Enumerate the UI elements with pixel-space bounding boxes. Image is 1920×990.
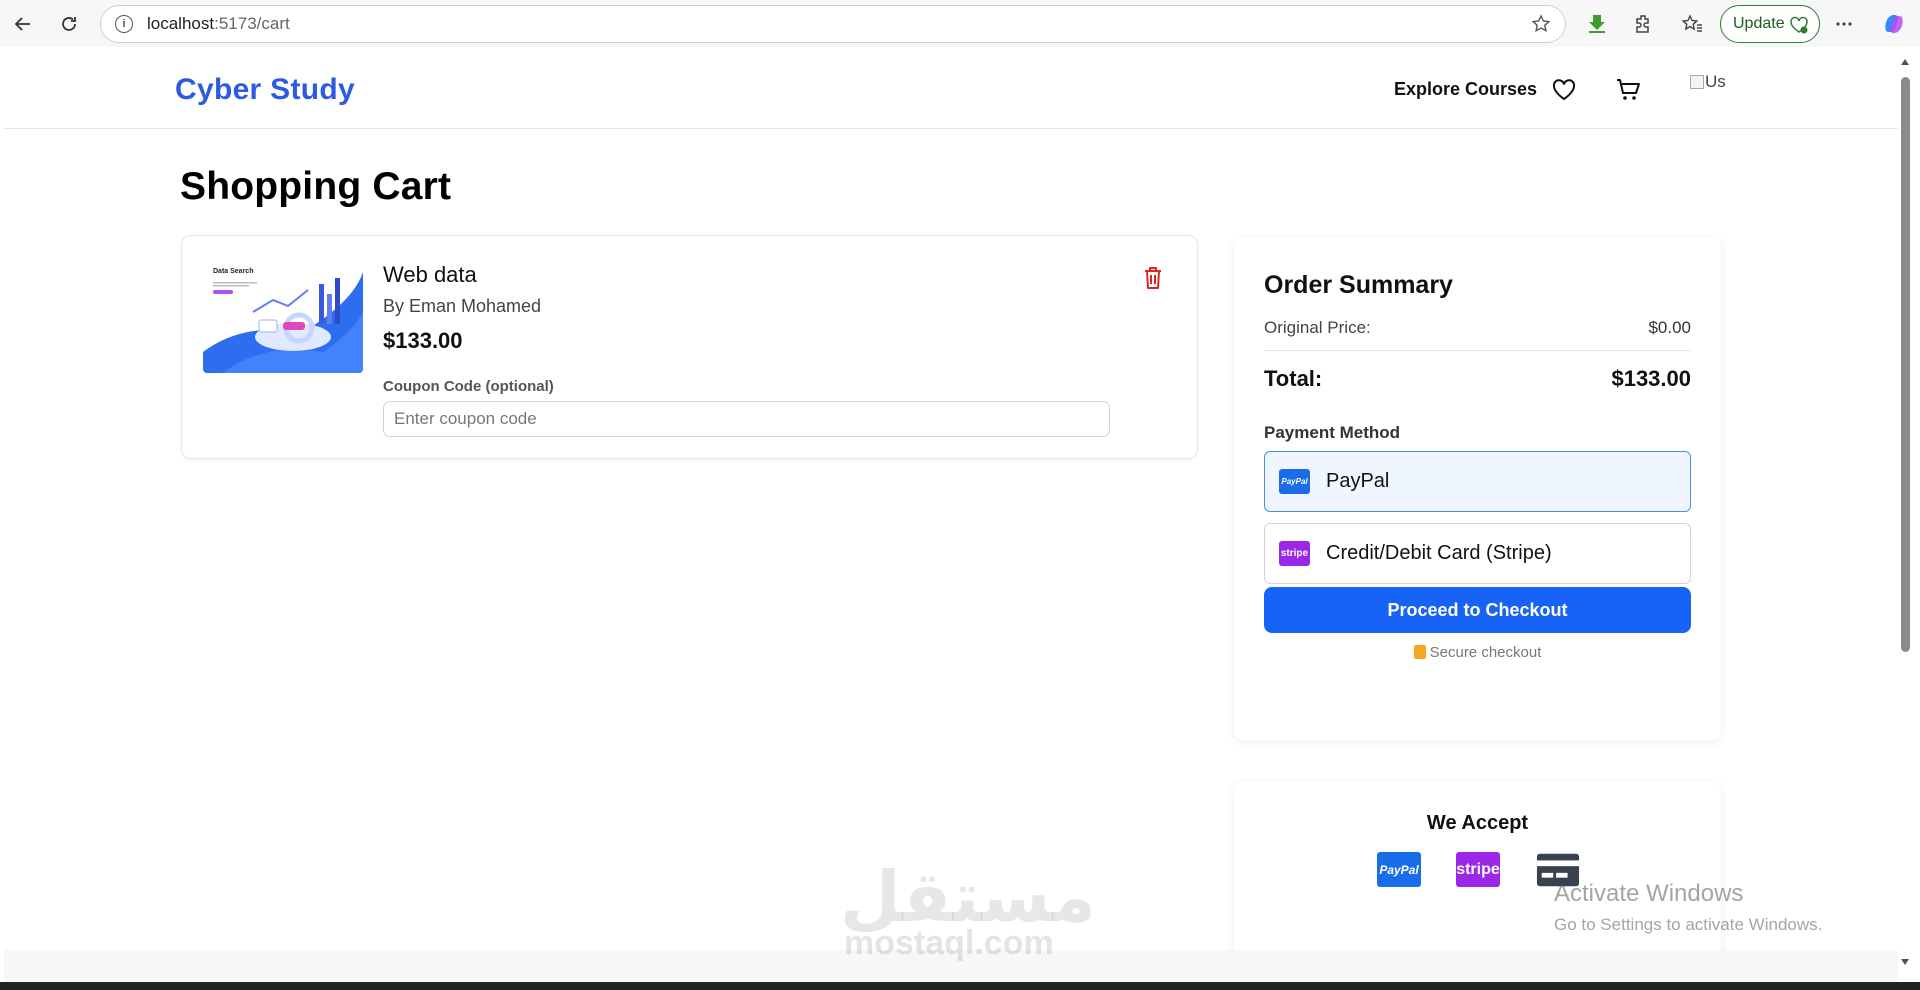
- watermark-latin: mostaql.com: [844, 924, 1054, 962]
- coupon-label: Coupon Code (optional): [383, 378, 554, 395]
- scroll-down-arrow-icon[interactable]: [1899, 955, 1911, 967]
- extensions-icon[interactable]: [1630, 10, 1658, 38]
- course-thumbnail[interactable]: Data Search: [203, 262, 363, 373]
- course-author: By Eman Mohamed: [383, 296, 542, 316]
- order-summary-card: Order Summary Original Price: $0.00 Tota…: [1234, 237, 1721, 740]
- thumbnail-caption: Data Search: [213, 268, 254, 275]
- total-label: Total:: [1264, 366, 1323, 391]
- page-viewport: Cyber Study Explore Courses Us Shopping …: [4, 47, 1898, 982]
- wishlist-heart-icon[interactable]: [1550, 76, 1578, 104]
- order-summary-title: Order Summary: [1264, 271, 1453, 299]
- paypal-logo: PayPal: [1377, 852, 1421, 887]
- download-icon[interactable]: [1583, 10, 1611, 38]
- total-value: $133.00: [1611, 366, 1691, 391]
- favorites-icon[interactable]: [1678, 10, 1706, 38]
- address-bar[interactable]: i localhost:5173/cart: [100, 5, 1566, 43]
- cart-icon[interactable]: [1614, 76, 1642, 104]
- secure-checkout-note: Secure checkout: [1234, 644, 1721, 661]
- scroll-up-arrow-icon[interactable]: [1899, 55, 1911, 67]
- broken-image-icon: [1690, 75, 1704, 89]
- activate-windows-title: Activate Windows: [1554, 880, 1744, 907]
- back-icon[interactable]: [8, 9, 38, 39]
- favorite-star-icon[interactable]: [1531, 14, 1551, 39]
- paypal-icon: PayPal: [1279, 469, 1310, 494]
- course-title[interactable]: Web data: [383, 262, 477, 288]
- url-text: localhost:5173/cart: [147, 14, 290, 33]
- reload-icon[interactable]: [54, 9, 84, 39]
- payment-option-label: PayPal: [1326, 470, 1390, 492]
- remove-item-trash-icon[interactable]: [1142, 266, 1164, 290]
- payment-option-paypal[interactable]: PayPal PayPal: [1264, 451, 1691, 512]
- we-accept-title: We Accept: [1426, 812, 1529, 834]
- secure-checkout-text: Secure checkout: [1429, 644, 1542, 661]
- payment-option-label: Credit/Debit Card (Stripe): [1326, 542, 1552, 564]
- site-info-icon[interactable]: i: [115, 15, 133, 33]
- payment-option-stripe[interactable]: stripe Credit/Debit Card (Stripe): [1264, 523, 1691, 584]
- user-avatar[interactable]: Us: [1690, 72, 1726, 108]
- update-label: Update: [1733, 15, 1785, 32]
- activate-windows-subtitle: Go to Settings to activate Windows.: [1554, 915, 1823, 934]
- we-accept-card: We Accept PayPal stripe: [1234, 782, 1721, 967]
- site-header: Cyber Study Explore Courses Us: [4, 47, 1898, 129]
- more-icon[interactable]: [1830, 10, 1858, 38]
- proceed-to-checkout-button[interactable]: Proceed to Checkout: [1264, 587, 1691, 633]
- stripe-logo: stripe: [1456, 852, 1500, 887]
- payment-method-label: Payment Method: [1264, 423, 1401, 442]
- cart-item-card: Data Search Web data By Eman Mohamed $13…: [181, 235, 1198, 459]
- copilot-icon[interactable]: [1880, 10, 1908, 38]
- lock-icon: [1413, 645, 1426, 659]
- taskbar: [0, 982, 1920, 990]
- avatar-alt-text: Us: [1705, 72, 1726, 91]
- original-price-value: $0.00: [1648, 318, 1691, 337]
- course-price: $133.00: [383, 328, 463, 353]
- update-button[interactable]: Update: [1720, 5, 1820, 43]
- page-scrollbar[interactable]: [1896, 55, 1914, 975]
- page-title: Shopping Cart: [180, 165, 452, 208]
- browser-toolbar: i localhost:5173/cart Update: [0, 0, 1920, 47]
- original-price-label: Original Price:: [1264, 318, 1371, 337]
- summary-divider: [1264, 350, 1691, 351]
- coupon-input[interactable]: [383, 401, 1110, 437]
- health-icon: [1789, 15, 1809, 40]
- site-logo[interactable]: Cyber Study: [175, 73, 355, 107]
- scroll-thumb[interactable]: [1901, 77, 1910, 652]
- stripe-icon: stripe: [1279, 541, 1310, 566]
- explore-courses-link[interactable]: Explore Courses: [1394, 79, 1537, 100]
